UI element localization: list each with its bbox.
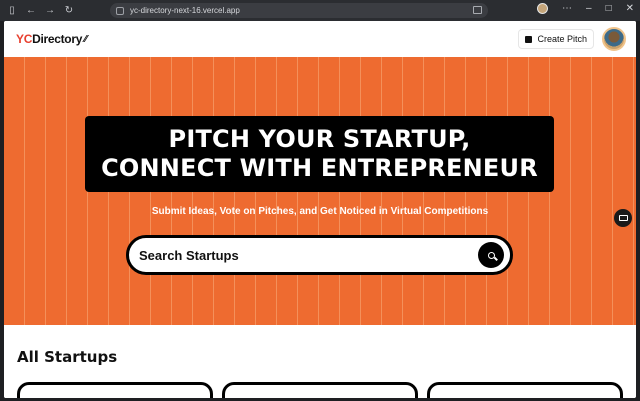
profile-icon[interactable] — [537, 3, 548, 14]
logo-yc: YC — [16, 32, 33, 46]
startup-card[interactable] — [17, 382, 213, 398]
address-bar[interactable]: yc-directory-next-16.vercel.app — [110, 3, 488, 18]
startup-card[interactable] — [427, 382, 623, 398]
hero-heading-line2: CONNECT WITH ENTREPRENEUR — [101, 154, 538, 182]
navbar: YC Directory ⁄⁄ Create Pitch — [4, 21, 636, 57]
url-text: yc-directory-next-16.vercel.app — [130, 6, 240, 15]
hero-heading-line1: PITCH YOUR STARTUP, — [168, 125, 471, 153]
logo-directory: Directory — [32, 32, 83, 46]
search-button[interactable] — [478, 242, 504, 268]
search-icon — [487, 251, 495, 259]
startup-card[interactable] — [222, 382, 418, 398]
close-icon[interactable]: ✕ — [626, 3, 634, 14]
floating-toolbar-button[interactable] — [614, 209, 632, 227]
search-input[interactable] — [139, 247, 459, 263]
reload-icon[interactable]: ↻ — [62, 4, 76, 18]
hero-heading: PITCH YOUR STARTUP, CONNECT WITH ENTREPR… — [85, 116, 554, 192]
create-pitch-button[interactable]: Create Pitch — [518, 29, 594, 49]
more-icon[interactable]: ⋯ — [562, 3, 572, 14]
section-title: All Startups — [17, 348, 118, 366]
edit-icon — [525, 35, 533, 43]
forward-icon[interactable]: → — [43, 4, 57, 18]
reader-mode-icon[interactable] — [473, 6, 482, 14]
browser-toolbar: ▯ ← → ↻ yc-directory-next-16.vercel.app … — [0, 0, 640, 21]
maximize-icon[interactable]: □ — [606, 3, 612, 14]
hero-subheading: Submit Ideas, Vote on Pitches, and Get N… — [151, 206, 489, 217]
minimize-icon[interactable]: – — [586, 3, 592, 14]
toolbar-icon — [618, 215, 628, 221]
search-form — [126, 235, 513, 275]
sidebar-toggle-icon[interactable]: ▯ — [5, 4, 19, 18]
avatar[interactable] — [602, 27, 626, 51]
logo[interactable]: YC Directory ⁄⁄ — [16, 32, 87, 46]
startups-section: All Startups — [4, 325, 636, 398]
create-pitch-label: Create Pitch — [537, 34, 587, 44]
site-info-icon[interactable] — [116, 6, 124, 15]
back-icon[interactable]: ← — [24, 4, 38, 18]
page: YC Directory ⁄⁄ Create Pitch PITCH YOUR … — [4, 21, 636, 398]
spark-icon: ⁄⁄ — [84, 33, 87, 45]
hero-section: PITCH YOUR STARTUP, CONNECT WITH ENTREPR… — [4, 57, 636, 325]
